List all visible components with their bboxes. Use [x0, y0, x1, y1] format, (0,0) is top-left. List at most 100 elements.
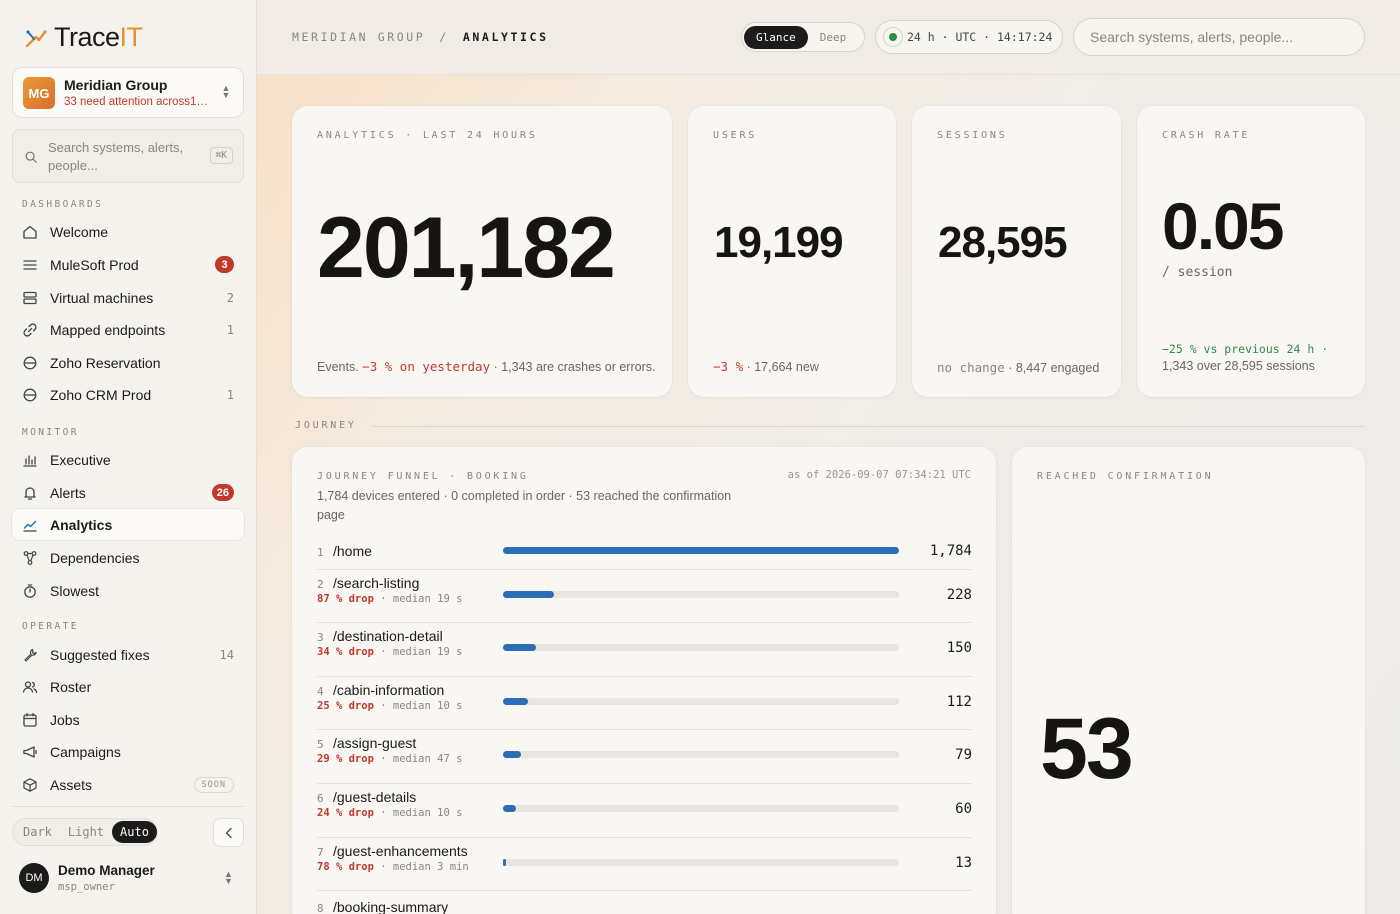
sidebar-item-welcome[interactable]: Welcome [12, 216, 244, 247]
funnel-step-row[interactable]: 8/booking-summary [317, 891, 972, 914]
funnel-step-meta: 29 % drop · median 47 s [317, 753, 462, 765]
funnel-step-median: · median 47 s [380, 753, 463, 765]
sidebar-item-analytics[interactable]: Analytics [12, 509, 244, 540]
users-icon [22, 681, 38, 694]
funnel-step-median: · median 10 s [380, 807, 463, 819]
crash-rate-unit: / session [1162, 265, 1233, 280]
global-search-input[interactable]: Search systems, alerts, people... [1073, 18, 1365, 56]
funnel-step-meta: 78 % drop · median 3 min [317, 861, 469, 873]
funnel-step-index: 5 [317, 738, 324, 751]
users-total: 19,199 [714, 218, 844, 267]
sidebar-item-suggested-fixes[interactable]: Suggested fixes 14 [12, 639, 244, 670]
funnel-step-meta: 24 % drop · median 10 s [317, 807, 462, 819]
sidebar-item-virtual-machines[interactable]: Virtual machines 2 [12, 282, 244, 313]
time-range-picker[interactable]: 24 h · UTC · 14:17:24 [875, 20, 1063, 54]
sidebar-item-jobs[interactable]: Jobs [12, 704, 244, 735]
journey-funnel-card: JOURNEY FUNNEL · BOOKING as of 2026-09-0… [292, 447, 996, 914]
sessions-footnote: no change · 8,447 engaged [937, 360, 1099, 375]
search-shortcut-hint: ⌘K [209, 147, 233, 164]
funnel-step-track [503, 547, 899, 554]
theme-auto-option[interactable]: Auto [112, 821, 157, 843]
funnel-step-row[interactable]: 3/destination-detail 34 % drop · median 1… [317, 623, 972, 677]
theme-light-option[interactable]: Light [60, 821, 112, 843]
sidebar-search-input[interactable]: Search systems, alerts, people... ⌘K [12, 129, 244, 183]
sidebar-item-mulesoft-prod[interactable]: MuleSoft Prod 3 [12, 249, 244, 280]
megaphone-icon [23, 746, 37, 758]
funnel-step-row[interactable]: 4/cabin-information 25 % drop · median 10… [317, 677, 972, 730]
sidebar-item-label: MuleSoft Prod [50, 256, 139, 273]
sidebar-item-mapped-endpoints[interactable]: Mapped endpoints 1 [12, 314, 244, 345]
glance-option[interactable]: Glance [744, 25, 808, 49]
sidebar-item-dependencies[interactable]: Dependencies [12, 542, 244, 573]
funnel-as-of: as of 2026-09-07 07:34:21 UTC [787, 469, 971, 481]
theme-toggle[interactable]: Dark Light Auto [12, 818, 158, 846]
funnel-step-path: /booking-summary [333, 899, 449, 914]
funnel-step-bar [503, 547, 899, 554]
crash-rate-card: CRASH RATE 0.05 / session −25 % vs previ… [1137, 106, 1365, 397]
funnel-step-bar [503, 644, 536, 651]
funnel-step-row[interactable]: 2/search-listing 87 % drop · median 19 s 2… [317, 570, 972, 623]
chevron-left-icon [225, 827, 232, 838]
user-role: msp_owner [58, 881, 115, 893]
trace-logo-icon [25, 29, 47, 47]
funnel-step-index: 3 [317, 631, 324, 644]
reached-confirmation-card: REACHED CONFIRMATION 53 [1012, 447, 1365, 914]
funnel-step-drop: 87 % drop [317, 593, 374, 605]
sidebar-item-assets[interactable]: Assets SOON [12, 769, 244, 800]
funnel-step-drop: 24 % drop [317, 807, 374, 819]
sidebar-item-alerts[interactable]: Alerts 26 [12, 477, 244, 508]
reached-confirmation-value: 53 [1040, 701, 1134, 797]
funnel-step-value: 228 [946, 587, 972, 603]
trend-line-icon [23, 520, 37, 532]
users-new-note: · 17,664 new [746, 360, 819, 374]
section-operate: OPERATE [22, 621, 79, 632]
users-card: USERS 19,199 −3 % · 17,664 new [688, 106, 896, 397]
search-icon [25, 151, 37, 163]
sidebar-item-executive[interactable]: Executive [12, 444, 244, 475]
item-count: 14 [219, 647, 234, 662]
stopwatch-icon [24, 584, 36, 598]
funnel-step-row[interactable]: 5/assign-guest 29 % drop · median 47 s 79 [317, 730, 972, 784]
live-dot-icon [889, 33, 897, 41]
funnel-step-value: 1,784 [929, 543, 972, 559]
sidebar-item-label: Virtual machines [50, 289, 154, 306]
breadcrumb-parent[interactable]: MERIDIAN GROUP [292, 30, 425, 44]
app-logo[interactable]: TraceIT [24, 22, 143, 53]
journey-section-label: JOURNEY [295, 420, 357, 431]
deep-option[interactable]: Deep [808, 26, 859, 49]
sidebar-item-zoho-reservation[interactable]: Zoho Reservation [12, 347, 244, 378]
sidebar-item-label: Welcome [50, 223, 109, 240]
link-icon [23, 323, 37, 337]
breadcrumb: MERIDIAN GROUP / ANALYTICS [292, 30, 549, 44]
sidebar-item-zoho-crm-prod[interactable]: Zoho CRM Prod 1 [12, 379, 244, 410]
sidebar-item-campaigns[interactable]: Campaigns [12, 736, 244, 767]
funnel-step-row[interactable]: 7/guest-enhancements 78 % drop · median 3… [317, 838, 972, 891]
section-dashboards: DASHBOARDS [22, 199, 104, 210]
view-mode-toggle[interactable]: Glance Deep [741, 22, 865, 52]
sidebar-item-label: Dependencies [50, 549, 140, 566]
org-switcher[interactable]: MG Meridian Group 33 need attention acro… [12, 67, 244, 118]
sidebar-item-roster[interactable]: Roster [12, 671, 244, 702]
theme-dark-option[interactable]: Dark [15, 821, 60, 843]
item-count: 1 [226, 387, 234, 402]
card-kicker: CRASH RATE [1162, 130, 1251, 141]
funnel-step-track [503, 859, 899, 866]
funnel-step-meta: 25 % drop · median 10 s [317, 700, 462, 712]
chevron-updown-icon[interactable]: ▲ ▼ [224, 870, 233, 886]
alert-count-badge: 3 [215, 256, 234, 273]
events-total: 201,182 [317, 200, 616, 296]
funnel-step-path: /assign-guest [333, 735, 417, 751]
collapse-sidebar-button[interactable] [213, 818, 244, 847]
funnel-step-path: /cabin-information [333, 682, 445, 698]
funnel-step-track [503, 751, 899, 758]
user-avatar[interactable]: DM [19, 863, 49, 893]
sidebar-item-slowest[interactable]: Slowest [12, 575, 244, 606]
section-monitor: MONITOR [22, 427, 79, 438]
time-range-text: 24 h · UTC · 14:17:24 [907, 30, 1053, 44]
events-card: ANALYTICS · LAST 24 HOURS 201,182 Events… [292, 106, 672, 397]
funnel-step-value: 150 [946, 640, 972, 656]
user-name: Demo Manager [58, 863, 155, 878]
sidebar-item-label: Zoho Reservation [50, 354, 161, 371]
funnel-step-row[interactable]: 1/home 1,784 [317, 535, 972, 570]
funnel-step-row[interactable]: 6/guest-details 24 % drop · median 10 s 60 [317, 784, 972, 838]
